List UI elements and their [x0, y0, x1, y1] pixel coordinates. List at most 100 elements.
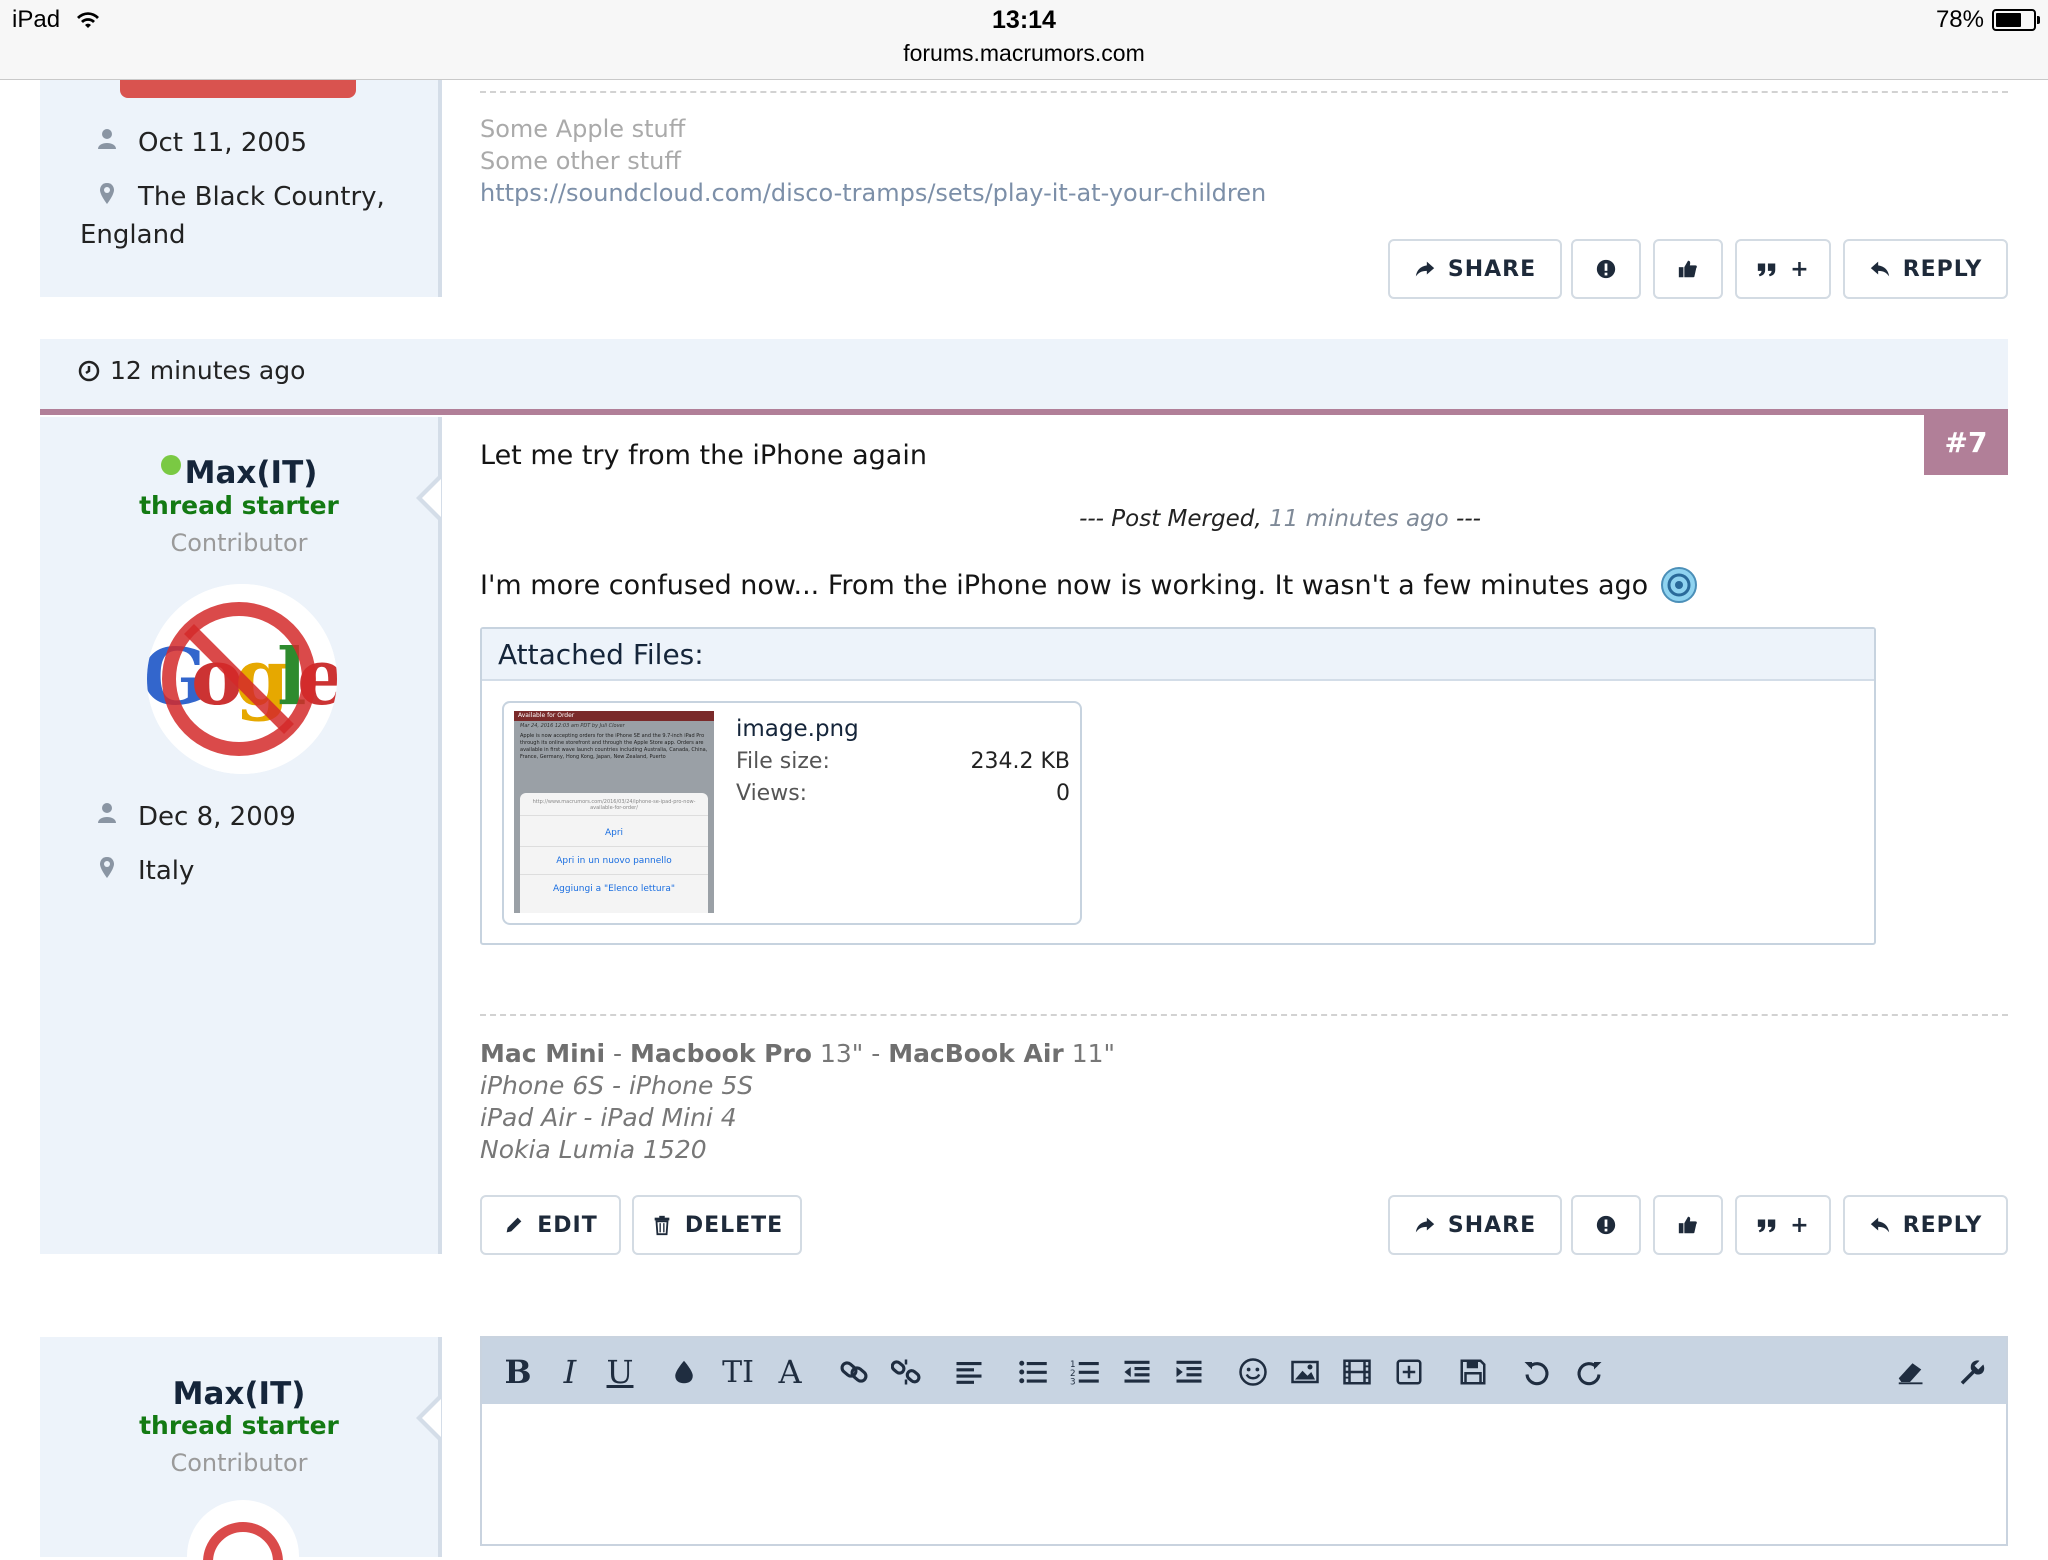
- clock: 13:14: [992, 6, 1056, 34]
- edit-label: EDIT: [537, 1212, 598, 1238]
- unlink-icon: [891, 1359, 921, 1385]
- prev-like-button[interactable]: [1653, 239, 1723, 299]
- post-time[interactable]: 12 minutes ago: [78, 356, 305, 385]
- prev-signature-link[interactable]: https://soundcloud.com/disco-tramps/sets…: [480, 179, 1266, 207]
- numbered-list-icon: 123: [1070, 1360, 1099, 1388]
- report-button[interactable]: [1571, 1195, 1641, 1255]
- joined-date: Dec 8, 2009: [138, 802, 296, 832]
- redo-button[interactable]: [1572, 1352, 1606, 1392]
- editor-settings-button[interactable]: [1954, 1352, 1990, 1392]
- post-author-name-text: Max(IT): [184, 455, 318, 491]
- reply-author-name[interactable]: Max(IT): [40, 1376, 438, 1412]
- merged-prefix: --- Post Merged,: [1079, 506, 1262, 532]
- prev-reply-button[interactable]: REPLY: [1843, 239, 2008, 299]
- merged-suffix: ---: [1456, 506, 1481, 532]
- battery-icon: [1992, 9, 2040, 31]
- image-icon: [1291, 1360, 1319, 1384]
- sig-macbook-pro: Macbook Pro: [630, 1039, 812, 1068]
- insert-link-button[interactable]: [836, 1352, 872, 1392]
- font-size-button[interactable]: TI: [720, 1352, 756, 1392]
- user-title: Contributor: [170, 529, 308, 557]
- attachment-thumbnail[interactable]: Available for Order Mar 24, 2016 12:03 a…: [514, 711, 714, 913]
- sig-macbook-air: MacBook Air: [888, 1039, 1064, 1068]
- avatar[interactable]: G o g l e: [143, 580, 341, 778]
- prev-multiquote-label: +: [1790, 256, 1810, 282]
- share-button[interactable]: SHARE: [1388, 1195, 1562, 1255]
- thumb-opt-reading-list: Aggiungi a "Elenco lettura": [553, 884, 675, 894]
- reply-label: REPLY: [1902, 1212, 1983, 1238]
- wrench-icon: [1960, 1360, 1985, 1385]
- insert-button[interactable]: [1392, 1352, 1426, 1392]
- sig-mac-mini: Mac Mini: [480, 1039, 606, 1068]
- thumb-excerpt: Apple is now accepting orders for the iP…: [520, 733, 708, 760]
- link-icon: [840, 1361, 868, 1383]
- joined-row: Dec 8, 2009: [94, 802, 296, 832]
- thumb-opt-new-panel: Apri in un nuovo pannello: [520, 847, 708, 875]
- bullet-list-button[interactable]: [1016, 1352, 1050, 1392]
- bold-button[interactable]: B: [502, 1352, 534, 1392]
- post-merged-divider: --- Post Merged, 11 minutes ago ---: [0, 506, 2048, 532]
- delete-button[interactable]: DELETE: [632, 1195, 802, 1255]
- quote-icon: [1758, 1219, 1776, 1233]
- attachments-title: Attached Files:: [498, 638, 704, 671]
- signature-line-2: iPhone 6S - iPhone 5S: [480, 1071, 754, 1100]
- insert-media-button[interactable]: [1340, 1352, 1374, 1392]
- attachment-filename[interactable]: image.png: [736, 716, 859, 742]
- prev-joined-row: Oct 11, 2005: [94, 128, 307, 158]
- prev-share-button[interactable]: SHARE: [1388, 239, 1562, 299]
- user-icon: [94, 802, 120, 830]
- address-bar-url[interactable]: forums.macrumors.com: [0, 40, 2048, 67]
- like-button[interactable]: [1653, 1195, 1723, 1255]
- insert-image-button[interactable]: [1288, 1352, 1322, 1392]
- multiquote-button[interactable]: +: [1735, 1195, 1831, 1255]
- remove-link-button[interactable]: [888, 1352, 924, 1392]
- align-button[interactable]: [952, 1352, 986, 1392]
- indent-button[interactable]: [1172, 1352, 1206, 1392]
- post-body-line-2: I'm more confused now... From the iPhone…: [480, 566, 1698, 604]
- post-time-bar: [40, 339, 2008, 415]
- reply-user-title: Contributor: [170, 1449, 308, 1477]
- post-number[interactable]: #7: [1924, 409, 2008, 475]
- thumb-opt-open: Apri: [520, 816, 708, 847]
- pencil-icon: [506, 1217, 522, 1233]
- save-draft-button[interactable]: [1456, 1352, 1490, 1392]
- share-label: SHARE: [1447, 1212, 1537, 1238]
- undo-button[interactable]: [1520, 1352, 1554, 1392]
- confused-smiley-icon: [1661, 567, 1698, 603]
- post-author-name[interactable]: Max(IT): [40, 455, 438, 491]
- smilies-button[interactable]: [1236, 1352, 1270, 1392]
- reply-button[interactable]: REPLY: [1843, 1195, 2008, 1255]
- redo-icon: [1577, 1362, 1602, 1386]
- prev-signature-line-1: Some Apple stuff: [480, 115, 686, 143]
- share-icon: [1415, 261, 1435, 277]
- floppy-disk-icon: [1460, 1359, 1486, 1385]
- text-color-button[interactable]: [668, 1352, 700, 1392]
- map-pin-icon: [94, 182, 120, 212]
- post-body-line-1: Let me try from the iPhone again: [480, 440, 927, 471]
- edit-button[interactable]: EDIT: [480, 1195, 621, 1255]
- battery-indicator: 78%: [1936, 6, 2040, 34]
- prev-multiquote-button[interactable]: +: [1735, 239, 1831, 299]
- file-size-label: File size:: [736, 749, 830, 774]
- film-icon: [1343, 1359, 1371, 1385]
- prev-reply-label: REPLY: [1902, 256, 1983, 282]
- remove-formatting-button[interactable]: [1892, 1352, 1928, 1392]
- plus-square-icon: [1396, 1359, 1422, 1385]
- undo-icon: [1524, 1362, 1549, 1386]
- status-bar: iPad 13:14 forums.macrumors.com 78%: [0, 0, 2048, 80]
- underline-button[interactable]: U: [604, 1352, 636, 1392]
- reply-icon: [1870, 261, 1889, 277]
- outdent-button[interactable]: [1120, 1352, 1154, 1392]
- smiley-icon: [1239, 1358, 1267, 1386]
- prev-report-button[interactable]: [1571, 239, 1641, 299]
- numbered-list-button[interactable]: 123: [1068, 1352, 1102, 1392]
- sig-mbp-size: 13": [812, 1039, 864, 1068]
- font-family-button[interactable]: A: [774, 1352, 806, 1392]
- italic-button[interactable]: I: [554, 1352, 586, 1392]
- svg-text:3: 3: [1070, 1378, 1076, 1388]
- outdent-icon: [1124, 1360, 1150, 1383]
- signature-divider: [480, 91, 2008, 93]
- alert-icon: [1596, 259, 1616, 279]
- location-row: Italy: [94, 856, 194, 886]
- thumb-sheet-url: http://www.macrumors.com/2016/03/24/ipho…: [520, 793, 708, 816]
